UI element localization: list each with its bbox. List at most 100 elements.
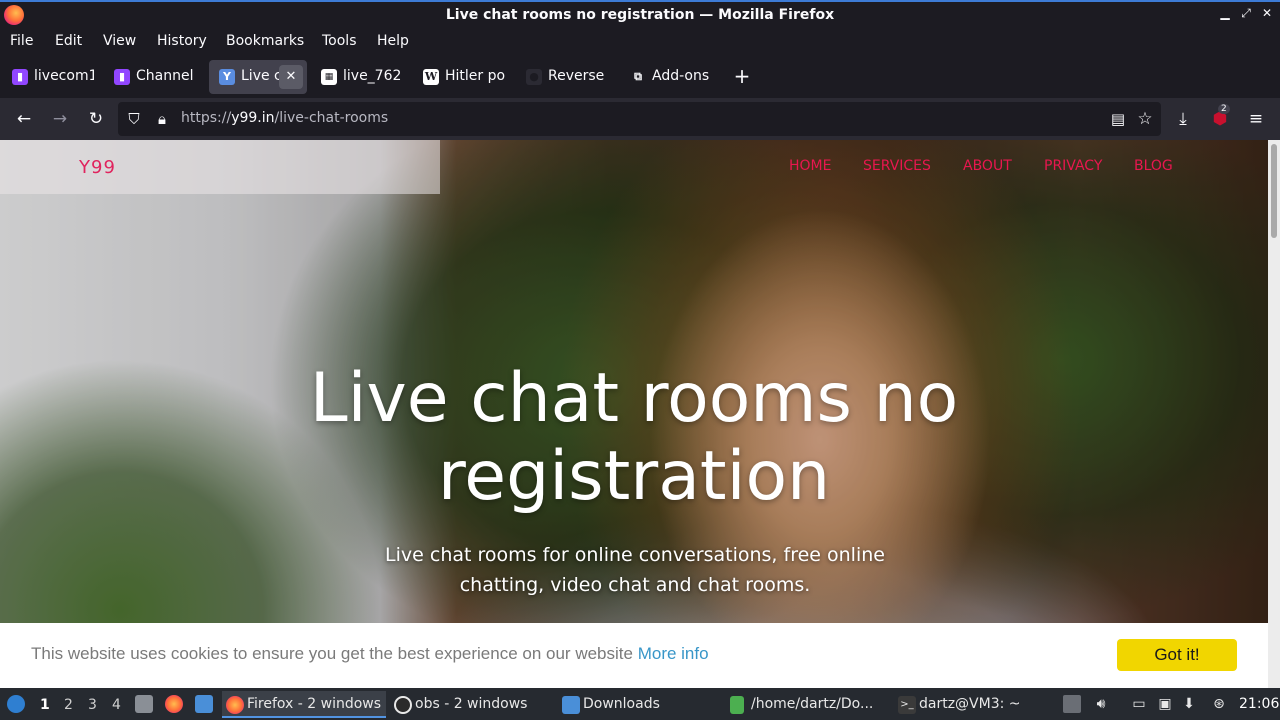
puzzle-icon: ⧉ [634, 70, 642, 83]
scrollbar-thumb[interactable] [1271, 144, 1277, 238]
tab-label: Live c [241, 68, 282, 84]
workspace-2[interactable]: 2 [64, 697, 73, 713]
site-nav-home[interactable]: HOME [789, 158, 831, 174]
url-bar[interactable]: ⛉ 🔒︎ https://y99.in/live-chat-rooms ▤ ☆ [118, 102, 1161, 136]
terminal-icon: >_ [898, 696, 916, 714]
task-label: /home/dartz/Do... [751, 696, 874, 712]
site-nav-about[interactable]: ABOUT [963, 158, 1012, 174]
window-titlebar: Live chat rooms no registration — Mozill… [0, 0, 1280, 30]
extension-badge: 2 [1218, 104, 1230, 114]
folder-icon [562, 696, 580, 714]
tab-addons[interactable]: ⧉ Add-ons [620, 60, 720, 94]
hero-subtitle: Live chat rooms for online conversations… [340, 540, 930, 600]
menu-file[interactable]: File [10, 33, 33, 49]
task-label: Downloads [583, 696, 660, 712]
navigation-toolbar: ← → ↻ ⛉ 🔒︎ https://y99.in/live-chat-room… [0, 98, 1280, 140]
tab-live-762[interactable]: ▦ live_762 [311, 60, 411, 94]
menu-bar: File Edit View History Bookmarks Tools H… [0, 30, 1280, 54]
wikipedia-icon: W [423, 69, 439, 85]
forward-button[interactable]: → [48, 107, 72, 131]
workspace-3[interactable]: 3 [88, 697, 97, 713]
menu-tools[interactable]: Tools [322, 33, 357, 49]
text-editor-icon [730, 696, 744, 714]
workspace-1[interactable]: 1 [40, 697, 50, 713]
menu-edit[interactable]: Edit [55, 33, 82, 49]
url-text[interactable]: https://y99.in/live-chat-rooms [181, 110, 388, 126]
qr-icon: ▦ [321, 69, 337, 85]
site-nav-blog[interactable]: BLOG [1134, 158, 1173, 174]
hamburger-menu-icon[interactable]: ≡ [1244, 107, 1268, 131]
tab-label: live_762 [343, 68, 402, 84]
firefox-launcher-icon[interactable] [165, 695, 183, 713]
back-button[interactable]: ← [12, 107, 36, 131]
close-tab-icon[interactable]: ✕ [279, 65, 303, 89]
display-icon[interactable]: ▣ [1156, 695, 1174, 713]
cookie-accept-button[interactable]: Got it! [1117, 639, 1237, 671]
hero-subtitle-line: chatting, video chat and chat rooms. [459, 574, 811, 596]
workspace-4[interactable]: 4 [112, 697, 121, 713]
desktop-launcher-icon[interactable] [195, 695, 213, 713]
network-icon[interactable]: ⊛ [1210, 695, 1228, 713]
site-nav-privacy[interactable]: PRIVACY [1044, 158, 1102, 174]
y99-icon: Y [219, 69, 235, 85]
new-tab-button[interactable]: + [732, 66, 752, 86]
tab-wikipedia[interactable]: W Hitler po [413, 60, 513, 94]
tab-channel[interactable]: ▮ Channel [104, 60, 204, 94]
clock[interactable]: 21:06 [1239, 696, 1279, 712]
twitch-icon: ▮ [114, 69, 130, 85]
shield-icon[interactable]: ⛉ [122, 107, 146, 131]
site-header [0, 140, 440, 194]
task-text-editor[interactable]: /home/dartz/Do... [726, 691, 886, 718]
menu-bookmarks[interactable]: Bookmarks [226, 33, 304, 49]
obs-icon [394, 696, 412, 714]
url-path: /live-chat-rooms [274, 110, 389, 126]
tab-label: livecom1 [34, 68, 94, 84]
hero-title-line: registration [437, 437, 831, 516]
tab-reverse[interactable]: ● Reverse [516, 60, 616, 94]
page-scrollbar[interactable] [1268, 140, 1280, 688]
tab-label: Reverse [548, 68, 605, 84]
tab-label: Hitler po [445, 68, 505, 84]
clipboard-icon[interactable]: ▭ [1130, 695, 1148, 713]
site-nav-services[interactable]: SERVICES [863, 158, 931, 174]
task-firefox[interactable]: Firefox - 2 windows [222, 691, 386, 718]
file-manager-launcher-icon[interactable] [135, 695, 153, 713]
volume-icon[interactable]: 🔊︎ [1092, 695, 1110, 713]
window-title: Live chat rooms no registration — Mozill… [445, 7, 835, 23]
firefox-icon [226, 696, 244, 714]
desktop-taskbar: 1 2 3 4 Firefox - 2 windows obs - 2 wind… [0, 688, 1280, 720]
url-host: y99.in [231, 110, 275, 126]
site-logo[interactable]: Y99 [79, 157, 116, 178]
menu-view[interactable]: View [103, 33, 136, 49]
task-label: dartz@VM3: ~ [919, 696, 1021, 712]
url-scheme: https:// [181, 110, 232, 126]
tab-label: Add-ons [652, 68, 710, 84]
tray-app-icon[interactable] [1063, 695, 1081, 713]
close-window-icon[interactable]: ✕ [1259, 6, 1275, 20]
tab-livecom[interactable]: ▮ livecom1 [2, 60, 102, 94]
hero-title-line: Live chat rooms no [309, 359, 959, 438]
minimize-icon[interactable]: ▁ [1217, 6, 1233, 20]
twitch-icon: ▮ [12, 69, 28, 85]
menu-help[interactable]: Help [377, 33, 409, 49]
menu-history[interactable]: History [157, 33, 207, 49]
cookie-message: This website uses cookies to ensure you … [31, 644, 633, 663]
reader-view-icon[interactable]: ▤ [1106, 107, 1130, 131]
bookmark-star-icon[interactable]: ☆ [1133, 107, 1157, 131]
task-obs[interactable]: obs - 2 windows [390, 691, 550, 718]
page-content: Y99 HOME SERVICES ABOUT PRIVACY BLOG Liv… [0, 140, 1268, 688]
task-terminal[interactable]: >_ dartz@VM3: ~ [894, 691, 1054, 718]
start-menu-icon[interactable] [7, 695, 25, 713]
reload-button[interactable]: ↻ [84, 107, 108, 131]
downloads-icon[interactable]: ⤓ [1171, 107, 1195, 131]
hero-subtitle-line: Live chat rooms for online conversations… [385, 544, 885, 566]
spy-icon: ● [526, 69, 542, 85]
maximize-icon[interactable]: ⤢ [1238, 6, 1254, 21]
task-downloads[interactable]: Downloads [558, 691, 718, 718]
tab-live-chat-rooms[interactable]: Y Live c ✕ [209, 60, 307, 94]
cookie-more-info-link[interactable]: More info [638, 644, 709, 663]
task-label: Firefox - 2 windows [247, 696, 382, 712]
updates-icon[interactable]: ⬇ [1180, 695, 1198, 713]
task-label: obs - 2 windows [415, 696, 528, 712]
lock-icon[interactable]: 🔒︎ [150, 107, 174, 131]
